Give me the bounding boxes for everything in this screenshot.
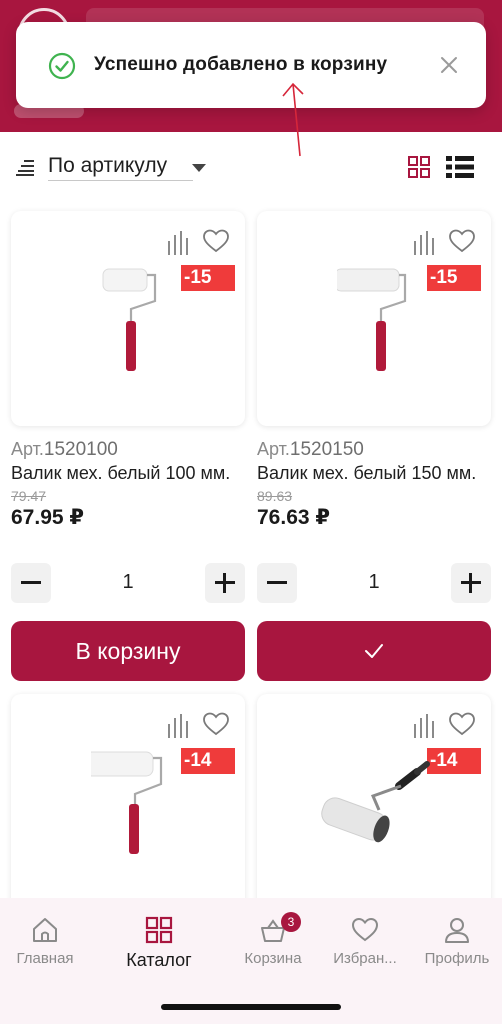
chevron-down-icon[interactable]: [192, 164, 206, 172]
compare-icon[interactable]: [413, 231, 437, 255]
sku: Арт.1520150: [257, 439, 364, 461]
heart-icon[interactable]: [203, 712, 229, 736]
heart-icon[interactable]: [449, 229, 475, 253]
user-icon: [445, 918, 469, 943]
sku-prefix: Арт.: [11, 439, 44, 459]
close-icon[interactable]: [438, 54, 460, 76]
product-card[interactable]: -14: [257, 694, 491, 924]
paint-roller-image: [337, 268, 407, 371]
success-toast: Успешно добавлено в корзину: [16, 22, 486, 108]
home-indicator[interactable]: [161, 1004, 341, 1010]
product-image[interactable]: -15: [11, 211, 245, 426]
nav-label: Избран...: [333, 950, 397, 967]
nav-label: Главная: [16, 950, 74, 967]
price: 67.95 ₽: [11, 506, 84, 529]
compare-icon[interactable]: [413, 714, 437, 738]
discount-badge: -15: [427, 265, 481, 291]
product-image[interactable]: -14: [257, 694, 491, 924]
catalog-grid-icon: [145, 916, 173, 944]
nav-favorites[interactable]: Избран...: [320, 916, 410, 976]
nav-label: Каталог: [126, 950, 192, 970]
heart-icon: [351, 917, 379, 942]
old-price: 79.47: [11, 488, 47, 504]
toast-message: Успешно добавлено в корзину: [94, 54, 388, 75]
check-icon: [365, 644, 383, 658]
increment-button[interactable]: [451, 563, 491, 603]
sku: Арт.1520100: [11, 439, 118, 461]
nav-cart[interactable]: 3 Корзина: [228, 912, 318, 976]
price: 76.63 ₽: [257, 506, 330, 529]
discount-badge: -14: [181, 748, 235, 774]
sku-number: 1520100: [43, 439, 118, 460]
sort-toolbar: По артикулу: [0, 140, 502, 196]
grid-view-icon[interactable]: [408, 156, 430, 178]
quantity-stepper: 1: [11, 563, 245, 603]
in-cart-button[interactable]: [257, 621, 491, 681]
product-card[interactable]: -14: [11, 694, 245, 924]
list-view-icon[interactable]: [446, 155, 474, 179]
quantity-stepper: 1: [257, 563, 491, 603]
heart-icon[interactable]: [203, 229, 229, 253]
add-to-cart-button[interactable]: В корзину: [11, 621, 245, 681]
old-price: 89.63: [257, 488, 293, 504]
paint-roller-image: [321, 761, 430, 843]
product-image[interactable]: -14: [11, 694, 245, 924]
success-check-icon: [48, 52, 76, 80]
product-name[interactable]: Валик мех. белый 100 мм.: [11, 463, 230, 484]
nav-label: Корзина: [244, 950, 302, 967]
product-card[interactable]: -15 Арт.1520100 Валик мех. белый 100 мм.…: [11, 211, 245, 691]
heart-icon[interactable]: [449, 712, 475, 736]
product-name[interactable]: Валик мех. белый 150 мм.: [257, 463, 476, 484]
product-card[interactable]: -15 Арт.1520150 Валик мех. белый 150 мм.…: [257, 211, 491, 691]
paint-roller-image: [91, 751, 163, 854]
sort-select[interactable]: По артикулу: [48, 154, 194, 181]
discount-badge: -15: [181, 265, 235, 291]
compare-icon[interactable]: [167, 714, 191, 738]
paint-roller-image: [102, 268, 157, 371]
compare-icon[interactable]: [167, 231, 191, 255]
nav-catalog[interactable]: Каталог: [114, 916, 204, 976]
increment-button[interactable]: [205, 563, 245, 603]
sort-icon[interactable]: [16, 160, 38, 176]
cart-count-badge: 3: [281, 912, 301, 932]
sku-number: 1520150: [289, 439, 364, 460]
nav-home[interactable]: Главная: [0, 916, 90, 976]
product-image[interactable]: -15: [257, 211, 491, 426]
nav-profile[interactable]: Профиль: [412, 916, 502, 976]
sku-prefix: Арт.: [257, 439, 290, 459]
nav-label: Профиль: [424, 950, 490, 967]
home-icon: [33, 918, 57, 942]
